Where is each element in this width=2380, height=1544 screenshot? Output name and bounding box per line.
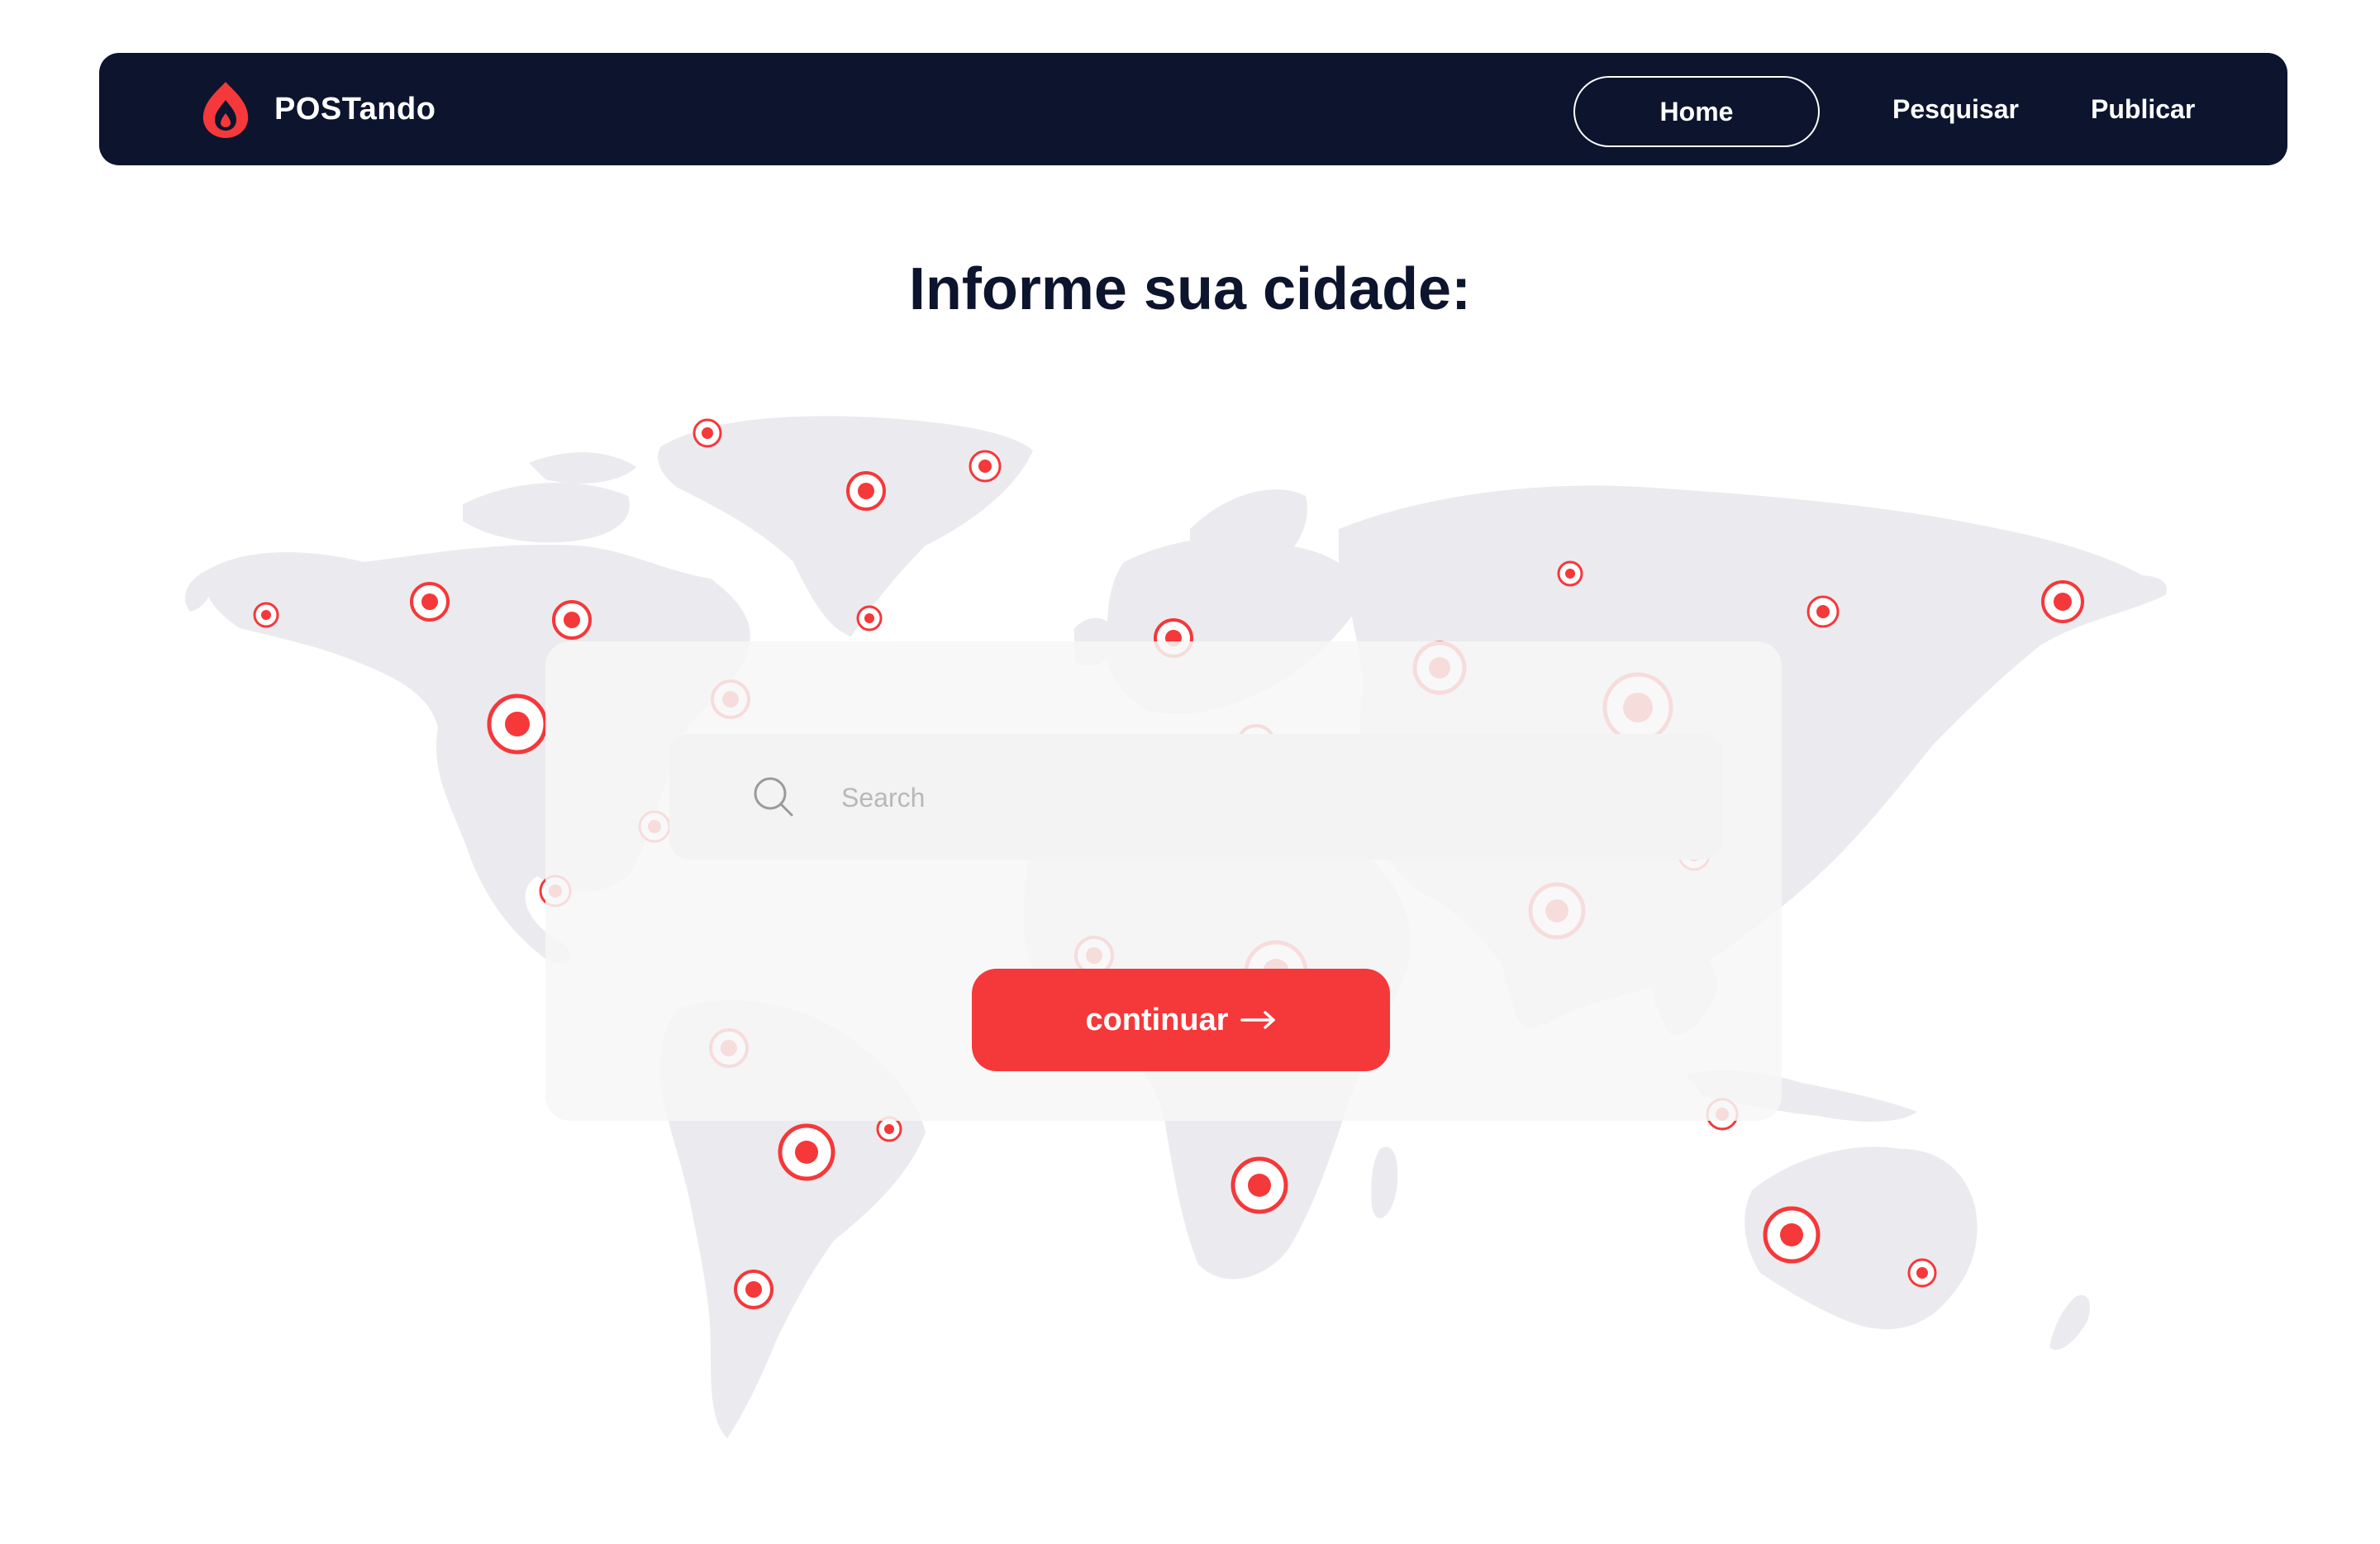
nav-publish-link[interactable]: Publicar <box>2091 86 2195 132</box>
continue-button[interactable]: continuar <box>972 969 1390 1071</box>
location-pin-icon[interactable] <box>1907 1258 1937 1288</box>
location-pin-icon[interactable] <box>856 605 883 631</box>
top-navbar: POSTando Home Pesquisar Publicar <box>99 53 2287 165</box>
location-pin-icon[interactable] <box>778 1123 835 1181</box>
nav-home-button[interactable]: Home <box>1573 76 1820 147</box>
page-title: Informe sua cidade: <box>908 256 1472 322</box>
location-pin-icon[interactable] <box>552 600 592 640</box>
location-pin-icon[interactable] <box>1763 1206 1821 1264</box>
nav-search-link[interactable]: Pesquisar <box>1892 86 2019 132</box>
location-pin-icon[interactable] <box>1557 560 1583 587</box>
city-search-box[interactable] <box>669 734 1722 860</box>
search-icon <box>754 777 793 817</box>
location-pin-icon[interactable] <box>693 418 722 448</box>
location-pin-icon[interactable] <box>410 582 450 622</box>
location-pin-icon[interactable] <box>734 1270 774 1309</box>
continue-button-label: continuar <box>1085 1002 1229 1037</box>
arrow-right-icon <box>1240 1011 1275 1029</box>
brand[interactable]: POSTando <box>195 78 436 141</box>
location-pin-icon[interactable] <box>1230 1156 1288 1214</box>
location-pin-icon[interactable] <box>2041 580 2084 623</box>
flame-logo-icon <box>202 82 249 138</box>
location-pin-icon[interactable] <box>969 450 1002 483</box>
location-pin-icon[interactable] <box>1806 595 1840 628</box>
city-search-input[interactable] <box>840 772 1669 823</box>
location-pin-icon[interactable] <box>487 693 548 755</box>
location-pin-icon[interactable] <box>876 1116 902 1142</box>
location-pin-icon[interactable] <box>846 471 886 511</box>
location-pin-icon[interactable] <box>253 602 279 628</box>
brand-name: POSTando <box>274 91 436 126</box>
